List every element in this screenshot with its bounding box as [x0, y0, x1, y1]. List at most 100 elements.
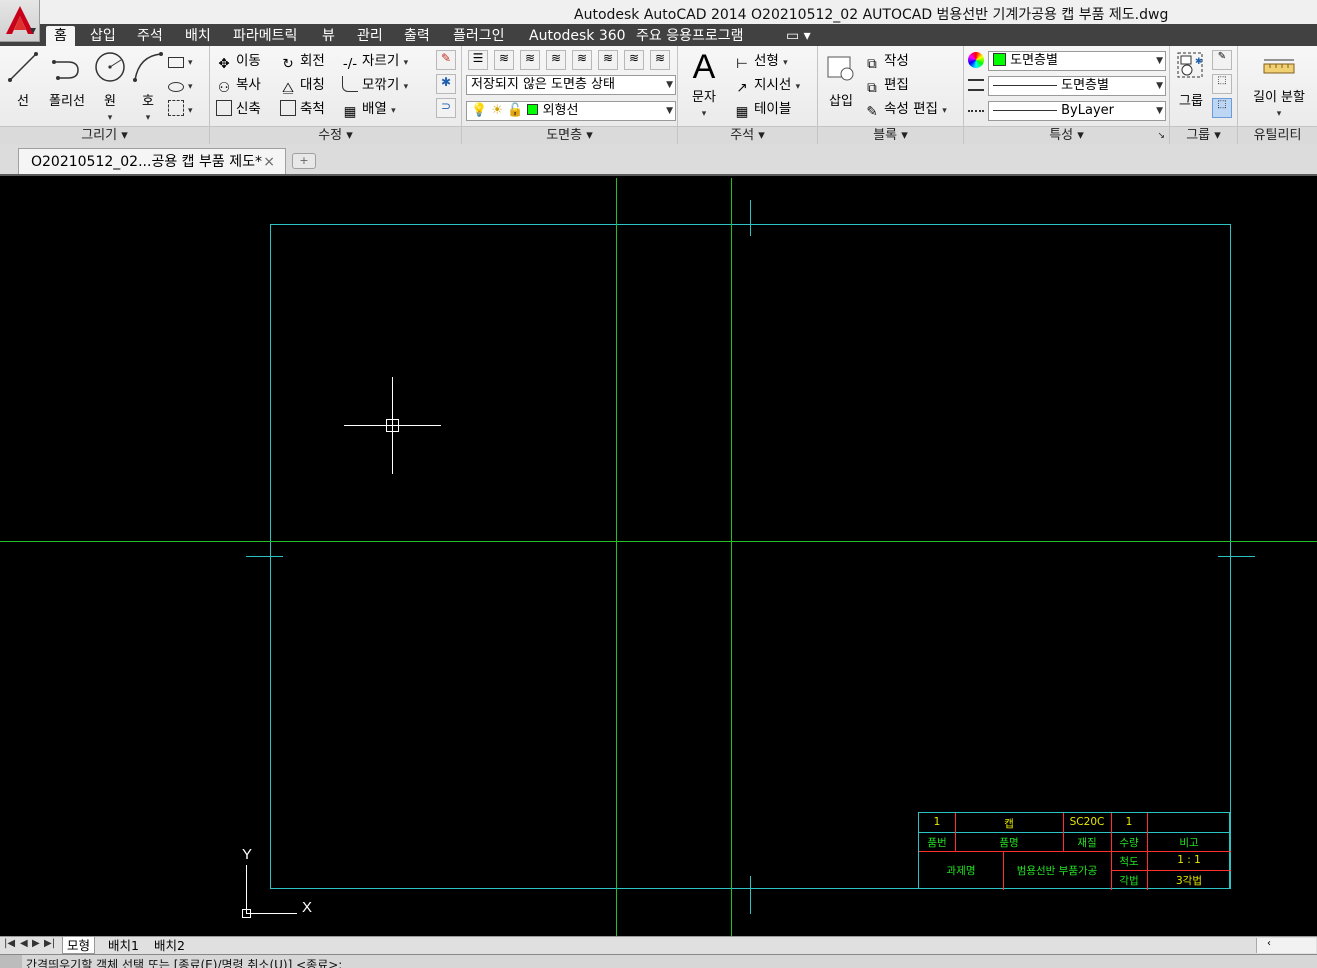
current-layer-dropdown[interactable]: 💡 ☀ 🔓 외형선 ▼ [466, 101, 676, 121]
tab-layout[interactable]: 배치 [177, 26, 219, 46]
drawing-border [270, 224, 1231, 889]
close-tab-icon[interactable]: × [263, 149, 275, 175]
horizontal-scrollbar[interactable]: ‹ [1256, 938, 1316, 953]
tab-output[interactable]: 출력 [396, 26, 438, 46]
fillet-button[interactable]: 모깎기 ▾ [342, 74, 408, 96]
tab-insert[interactable]: 삽입 [82, 26, 124, 46]
tab-home[interactable]: 홈 [46, 26, 75, 46]
measure-button[interactable]: 길이 분할 ▾ [1242, 54, 1316, 120]
panel-title-properties[interactable]: 특성 ▾ ↘ [964, 126, 1169, 144]
layer-properties-button[interactable]: ☰ [468, 50, 488, 70]
color-dropdown[interactable]: 도면층별 ▼ [988, 51, 1166, 71]
tab-view[interactable]: 뷰 [314, 26, 343, 46]
rotate-button[interactable]: ↻ 회전 [280, 50, 325, 72]
last-layout-icon[interactable]: ▶| [44, 938, 55, 949]
scroll-left-icon[interactable]: ‹ [1267, 938, 1271, 949]
command-line[interactable]: 간격띄우기할 객체 선택 또는 [종료(E)/명령 취소(U)] <종료>: [0, 954, 1317, 968]
panel-title-layers[interactable]: 도면층 ▾ [462, 126, 677, 144]
ellipse-button[interactable]: ▾ [168, 74, 193, 96]
explode-button[interactable]: ✱ [436, 74, 456, 94]
text-button[interactable]: A 문자 ▾ [684, 50, 724, 120]
scale-button[interactable]: 축척 [280, 98, 325, 120]
ribbon-minimize-icon[interactable]: ▭ ▾ [778, 26, 819, 46]
tab-plugins[interactable]: 플러그인 [445, 26, 513, 46]
offset-button[interactable]: ⊃ [436, 98, 456, 118]
tab-manage[interactable]: 관리 [349, 26, 391, 46]
hatch-button[interactable]: ▾ [168, 98, 193, 120]
group-edit-button[interactable]: ⬚ [1212, 74, 1232, 94]
layer-off-button[interactable]: ≋ [650, 50, 670, 70]
panel-title-groups[interactable]: 그룹 ▾ [1170, 126, 1237, 144]
drawing-canvas[interactable]: Y X 1 캡 SC20C 1 품번 품명 재질 수량 비고 과제명 범용선반 … [0, 178, 1317, 936]
layer-unisolate-icon: ≋ [602, 51, 614, 65]
layer-freeze-button[interactable]: ≋ [624, 50, 644, 70]
edit-block-button[interactable]: ⧉ 편집 [864, 74, 909, 96]
layer-previous-button[interactable]: ≋ [546, 50, 566, 70]
layer-match-button[interactable]: ≋ [520, 50, 540, 70]
polyline-button[interactable]: 폴리선 [44, 50, 90, 109]
trim-icon: -/- [342, 56, 358, 72]
group-edit-icon: ⬚ [1217, 75, 1227, 86]
hatch-icon [168, 100, 184, 116]
group-button[interactable]: ✱ 그룹 [1172, 50, 1210, 109]
tab-featured-apps[interactable]: 주요 응용프로그램 [628, 26, 752, 46]
layer-unisolate-button[interactable]: ≋ [598, 50, 618, 70]
tab-parametric[interactable]: 파라메트릭 [225, 26, 305, 46]
panel-utilities: 길이 분할 ▾ 유틸리티 [1238, 46, 1317, 144]
rectangle-icon [168, 57, 184, 68]
rectangle-button[interactable]: ▾ [168, 50, 193, 72]
layout-tab-bar: |◀ ◀ ▶ ▶| 모형 배치1 배치2 ‹ [0, 936, 1317, 954]
panel-title-block[interactable]: 블록 ▾ [818, 126, 963, 144]
panel-title-draw[interactable]: 그리기 ▾ [0, 126, 209, 144]
linetype-dropdown[interactable]: 도면층별 ▼ [988, 76, 1166, 96]
mirror-button[interactable]: ⧋ 대칭 [280, 74, 325, 96]
erase-button[interactable]: ✎ [436, 50, 456, 70]
arc-button[interactable]: 호 ▾ [130, 50, 166, 124]
application-menu-button[interactable] [0, 0, 40, 42]
circle-button[interactable]: 원 ▾ [92, 50, 128, 124]
panel-annotation: A 문자 ▾ ⊢ 선형 ▾ ↗ 지시선 ▾ ▦ 테이블 주석 ▾ [678, 46, 818, 144]
linetype-icon-button[interactable] [968, 100, 984, 122]
layer-state-dropdown[interactable]: 저장되지 않은 도면층 상태 ▼ [466, 75, 676, 95]
edit-attributes-button[interactable]: ✎ 속성 편집 ▾ [864, 98, 946, 120]
trim-button[interactable]: -/- 자르기 ▾ [342, 50, 408, 72]
array-button[interactable]: ▦ 배열 ▾ [342, 98, 396, 120]
layout-tab-layout2[interactable]: 배치2 [150, 937, 189, 954]
lineweight-icon-button[interactable] [968, 75, 984, 97]
first-layout-icon[interactable]: |◀ [4, 938, 15, 949]
new-drawing-tab-button[interactable]: + [292, 153, 316, 169]
previous-layout-icon[interactable]: ◀ [20, 938, 28, 949]
ungroup-button[interactable]: ✎ [1212, 50, 1232, 70]
tab-autodesk-360[interactable]: Autodesk 360 [521, 26, 634, 46]
sun-icon: ☀ [491, 103, 503, 118]
line-button[interactable]: 선 [4, 50, 42, 109]
lineweight-sample [993, 110, 1057, 111]
panel-title-modify[interactable]: 수정 ▾ [210, 126, 461, 144]
insert-block-button[interactable]: 삽입 [822, 54, 860, 109]
file-tab[interactable]: O20210512_02...공용 캡 부품 제도* × [18, 148, 286, 174]
copy-button[interactable]: ⚇ 복사 [216, 74, 261, 96]
panel-title-annotation[interactable]: 주석 ▾ [678, 126, 817, 144]
create-block-button[interactable]: ⧉ 작성 [864, 50, 909, 72]
layer-state-button[interactable]: ≋ [494, 50, 514, 70]
lineweight-dropdown[interactable]: ByLayer ▼ [988, 101, 1166, 121]
layer-isolate-button[interactable]: ≋ [572, 50, 592, 70]
layout-tab-model[interactable]: 모형 [62, 937, 96, 954]
tab-annotate[interactable]: 주석 [129, 26, 171, 46]
copy-icon: ⚇ [217, 80, 231, 96]
tb-header-material: 재질 [1077, 837, 1097, 849]
next-layout-icon[interactable]: ▶ [32, 938, 40, 949]
leader-button[interactable]: ↗ 지시선 ▾ [734, 74, 800, 96]
layout-tab-layout1[interactable]: 배치1 [104, 937, 143, 954]
panel-modify: ✥ 이동 ↻ 회전 -/- 자르기 ▾ ⚇ 복사 ⧋ 대칭 모깎기 ▾ 신축 축척 ▦ 배열… [210, 46, 462, 144]
group-selection-toggle[interactable]: ⬚ [1212, 98, 1232, 118]
ribbon: 선 폴리선 원 ▾ 호 ▾ ▾ ▾ ▾ 그리기 ▾ ✥ 이동 ↻ 회전 -/- 자르기… [0, 46, 1317, 144]
panel-properties: 도면층별 ▼ 도면층별 ▼ ByLayer ▼ 특성 ▾ ↘ [964, 46, 1170, 144]
match-properties-button[interactable] [968, 50, 984, 72]
linear-dimension-button[interactable]: ⊢ 선형 ▾ [734, 50, 788, 72]
table-button[interactable]: ▦ 테이블 [734, 98, 792, 120]
move-button[interactable]: ✥ 이동 [216, 50, 261, 72]
panel-title-utilities[interactable]: 유틸리티 [1238, 126, 1317, 144]
stretch-button[interactable]: 신축 [216, 98, 261, 120]
command-line-grip[interactable] [0, 955, 22, 968]
